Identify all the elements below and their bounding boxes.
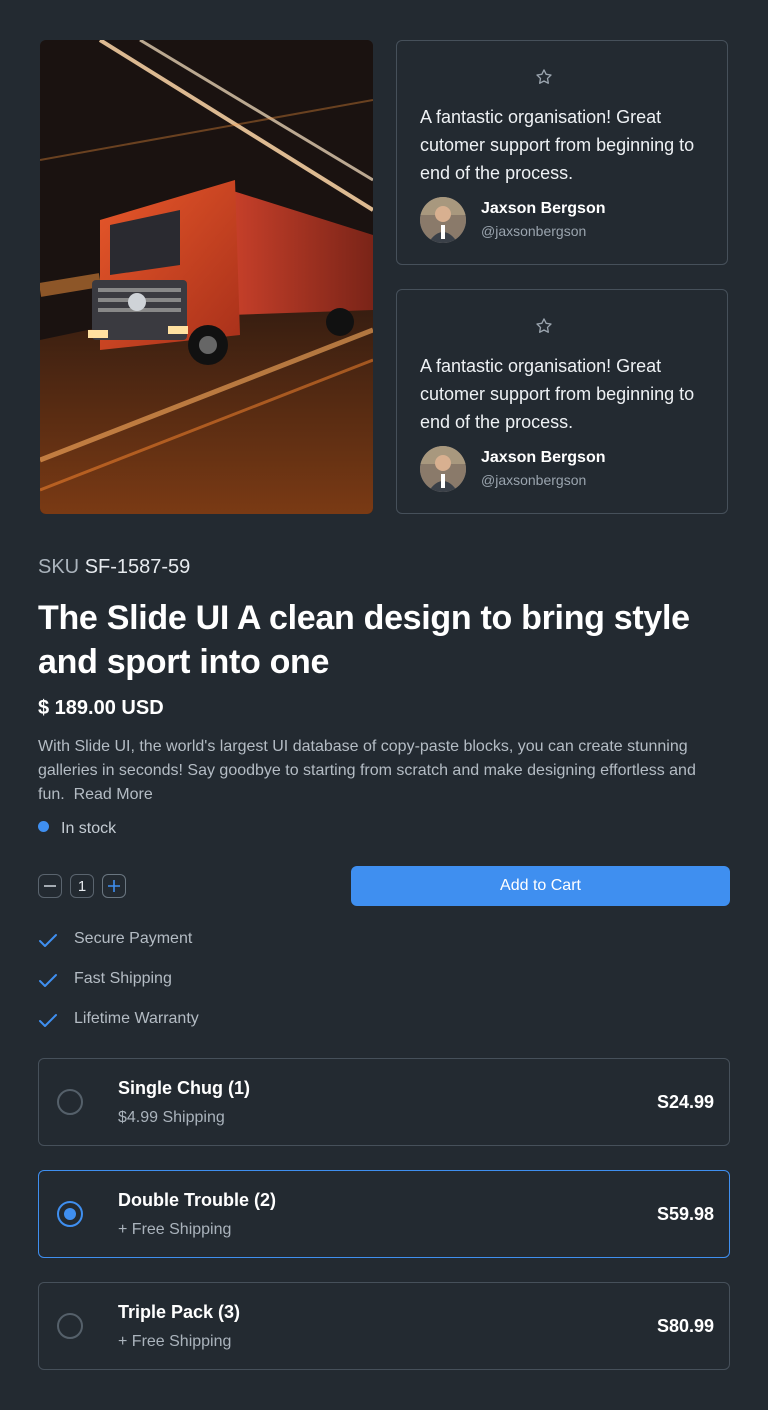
review-quote: A fantastic organisation! Great cutomer … [420,356,695,432]
review-author: Jaxson Bergson [481,449,606,466]
bundle-shipping: + Free Shipping [118,1221,232,1238]
bundle-radio[interactable] [57,1201,83,1227]
review-handle: @jaxsonbergson [481,472,587,488]
increase-quantity-button[interactable] [102,874,126,898]
plus-icon [108,880,120,892]
stock-indicator-dot [38,821,49,832]
sku-code: SF-1587-59 [84,556,191,578]
quantity-value[interactable]: 1 [70,874,94,898]
bundle-name: Triple Pack (3) [118,1302,241,1322]
product-description: With Slide UI, the world's largest UI da… [38,735,728,807]
bundle-option-single[interactable]: Single Chug (1) $4.99 Shipping S24.99 [38,1058,730,1146]
product-title: The Slide UI A clean design to bring sty… [38,599,690,681]
feature-label: Secure Payment [74,930,193,947]
star-outline-icon [536,69,552,84]
avatar [420,197,466,243]
bundle-radio[interactable] [57,1089,83,1115]
checkmark-icon [39,974,57,987]
feature-label: Lifetime Warranty [74,1010,199,1027]
feature-item: Fast Shipping [38,970,199,1010]
feature-item: Secure Payment [38,930,199,970]
avatar [420,446,466,492]
review-card: A fantastic organisation! Great cutomer … [396,289,728,514]
add-to-cart-button[interactable]: Add to Cart [351,866,730,906]
decrease-quantity-button[interactable] [38,874,62,898]
product-price: $ 189.00 USD [38,697,164,719]
checkmark-icon [39,1014,57,1027]
stock-status: In stock [38,820,116,838]
bundle-radio[interactable] [57,1313,83,1339]
bundle-name: Single Chug (1) [118,1078,250,1098]
checkmark-icon [39,934,57,947]
minus-icon [44,885,56,887]
review-handle: @jaxsonbergson [481,223,587,239]
bundle-shipping: + Free Shipping [118,1333,232,1350]
product-page: A fantastic organisation! Great cutomer … [0,0,768,1410]
read-more-link[interactable]: Read More [74,786,153,803]
bundle-price: S59.98 [656,1204,714,1224]
sku-label: SKU [38,556,80,578]
bundle-price: S80.99 [656,1316,714,1336]
feature-list: Secure Payment Fast Shipping Lifetime Wa… [38,930,199,1050]
bundle-price: S24.99 [656,1092,714,1112]
bundle-option-double[interactable]: Double Trouble (2) + Free Shipping S59.9… [38,1170,730,1258]
truck-illustration [40,40,373,514]
review-card: A fantastic organisation! Great cutomer … [396,40,728,265]
star-outline-icon [536,318,552,333]
stock-label: In stock [61,820,117,837]
review-author: Jaxson Bergson [481,200,606,217]
quantity-stepper: 1 [38,874,126,898]
feature-item: Lifetime Warranty [38,1010,199,1050]
review-quote: A fantastic organisation! Great cutomer … [420,107,695,183]
product-sku: SKU SF-1587-59 [38,556,190,579]
bundle-shipping: $4.99 Shipping [118,1109,225,1126]
bundle-name: Double Trouble (2) [118,1190,277,1210]
feature-label: Fast Shipping [74,970,172,987]
product-image-truck[interactable] [40,40,373,514]
bundle-option-triple[interactable]: Triple Pack (3) + Free Shipping S80.99 [38,1282,730,1370]
